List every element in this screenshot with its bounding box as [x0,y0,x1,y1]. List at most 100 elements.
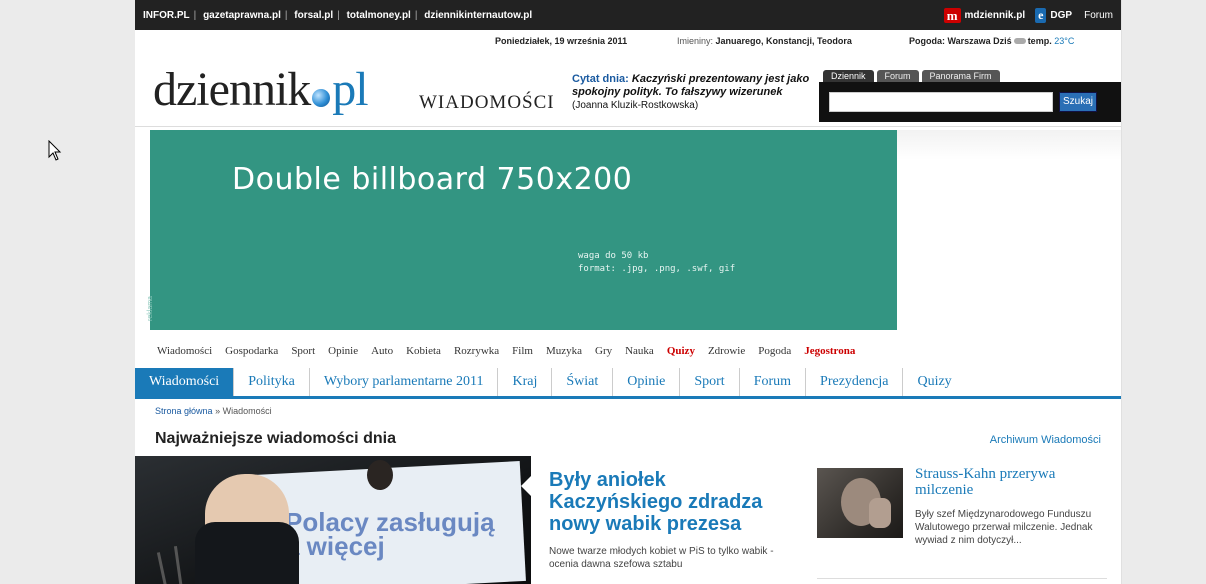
link-gazetaprawna[interactable]: gazetaprawna.pl [203,10,281,21]
tab-quizy[interactable]: Quizy [903,368,965,396]
search-body: Szukaj [819,82,1121,122]
photo-speaker-suit [195,522,299,584]
network-links: INFOR.PL | gazetaprawna.pl | forsal.pl | to… [143,9,533,21]
ad-billboard[interactable]: Double billboard 750x200 waga do 50 kb f… [146,130,897,330]
search-button[interactable]: Szukaj [1059,92,1097,112]
link-forum-top[interactable]: Forum [1084,10,1113,21]
link-mdziennik[interactable]: mdziennik.pl [965,10,1026,21]
tab-polityka[interactable]: Polityka [234,368,310,396]
cat-muzyka[interactable]: Muzyka [546,345,582,357]
ad-label: reklama [146,296,154,321]
link-forsal[interactable]: forsal.pl [294,10,333,21]
archive-link[interactable]: Archiwum Wiadomości [990,434,1101,446]
cat-quizy[interactable]: Quizy [667,345,695,357]
page-title: Najważniejsze wiadomości dnia [155,430,396,447]
main-story-title[interactable]: Były aniołek Kaczyńskiego zdradza nowy w… [549,469,799,535]
ad-specs: waga do 50 kb format: .jpg, .png, .swf, … [578,250,735,276]
section-title: WIADOMOŚCI [419,92,555,113]
side-story-lead: Były szef Międzynarodowego Funduszu Walu… [915,509,1093,546]
temp-label: temp. [1027,36,1052,46]
tab-swiat[interactable]: Świat [552,368,614,396]
quote-author: (Joanna Kluzik-Rostkowska) [572,100,699,111]
dgp-icon: e [1035,7,1047,23]
link-infor[interactable]: INFOR.PL [143,10,190,21]
cat-jegostrona[interactable]: Jegostrona [804,345,855,357]
mdziennik-icon: m [943,7,961,23]
tab-kraj[interactable]: Kraj [498,368,553,396]
cat-zdrowie[interactable]: Zdrowie [708,345,745,357]
ad-weight: waga do 50 kb [578,251,649,261]
weather-label[interactable]: Pogoda: Warszawa Dziś [909,36,1012,46]
quote-label: Cytat dnia: [572,73,629,85]
top-bar-right: m mdziennik.pl e DGP Forum [943,7,1113,23]
photo-banner-text: Polacy zasługują a więcej [285,509,495,561]
link-dziennikinternautow[interactable]: dziennikinternautow.pl [424,10,532,21]
main-nav: Wiadomości Polityka Wybory parlamentarne… [135,368,1121,399]
cat-kobieta[interactable]: Kobieta [406,345,441,357]
tab-wiadomosci[interactable]: Wiadomości [135,368,235,396]
cat-pogoda[interactable]: Pogoda [758,345,791,357]
cat-film[interactable]: Film [512,345,533,357]
category-nav: Wiadomości Gospodarka Sport Opinie Auto … [157,345,855,357]
side-story-thumbnail[interactable] [817,468,903,538]
tab-prezydencja[interactable]: Prezydencja [806,368,904,396]
cat-nauka[interactable]: Nauka [625,345,654,357]
search-tab-forum[interactable]: Forum [876,70,919,82]
top-bar: INFOR.PL | gazetaprawna.pl | forsal.pl | to… [135,0,1121,30]
microphone-icon [173,546,184,584]
ad-title: Double billboard 750x200 [232,162,633,197]
search-tabs: Dziennik Forum Panorama Firm [819,70,1121,82]
search-input[interactable] [829,92,1053,112]
page-container: INFOR.PL | gazetaprawna.pl | forsal.pl | to… [135,0,1121,584]
globe-icon [312,89,331,107]
mouse-cursor-icon [48,140,62,161]
tab-sport[interactable]: Sport [680,368,740,396]
side-story-title[interactable]: Strauss-Kahn przerywa milczenie [915,466,1105,498]
info-bar: Poniedziałek, 19 września 2011 Imieniny:… [135,36,1121,50]
cat-auto[interactable]: Auto [371,345,393,357]
current-date: Poniedziałek, 19 września 2011 [495,36,628,46]
search-tab-panorama[interactable]: Panorama Firm [921,70,1000,82]
tab-forum[interactable]: Forum [740,368,807,396]
headline-bar: Najważniejsze wiadomości dnia Archiwum W… [155,430,1101,448]
breadcrumb-separator: » [215,406,221,416]
page-edge [1121,0,1122,584]
breadcrumb: Strona główna » Wiadomości [155,406,272,416]
logo-pl: pl [332,63,368,116]
temp-value: 23°C [1054,36,1075,46]
cat-opinie[interactable]: Opinie [328,345,358,357]
cat-gospodarka[interactable]: Gospodarka [225,345,278,357]
tab-wybory[interactable]: Wybory parlamentarne 2011 [310,368,499,396]
side-story: Strauss-Kahn przerywa milczenie Były sze… [817,466,1107,579]
billboard-shade [897,130,1121,160]
search-box: Dziennik Forum Panorama Firm Szukaj [819,70,1121,123]
cat-sport[interactable]: Sport [291,345,315,357]
photo-banner-line-2: a więcej [285,531,385,561]
breadcrumb-home[interactable]: Strona główna [155,406,213,416]
cloud-icon [1013,38,1026,44]
search-tab-dziennik[interactable]: Dziennik [823,70,874,82]
main-story: Były aniołek Kaczyńskiego zdradza nowy w… [549,469,799,571]
name-days: Imieniny: Januarego, Konstancji, Teodora [677,36,852,46]
quote-of-the-day[interactable]: Cytat dnia: Kaczyński prezentowany jest … [572,73,812,112]
cat-wiadomosci[interactable]: Wiadomości [157,345,212,357]
main-story-lead: Nowe twarze młodych kobiet w PiS to tylk… [549,546,774,570]
site-logo[interactable]: dziennik pl [153,62,369,117]
thumb-hand [869,498,891,528]
microphone-icon [156,552,169,584]
header-divider [135,126,1121,127]
photo-background-person [367,460,393,490]
photo-pointer [521,476,531,496]
cat-gry[interactable]: Gry [595,345,612,357]
weather: Pogoda: Warszawa Dziś temp. 23°C [909,36,1074,46]
logo-text: dziennik [153,63,311,116]
name-days-value: Januarego, Konstancji, Teodora [715,36,852,46]
link-totalmoney[interactable]: totalmoney.pl [347,10,411,21]
link-dgp[interactable]: DGP [1050,10,1072,21]
cat-rozrywka[interactable]: Rozrywka [454,345,499,357]
name-days-label: Imieniny: [677,36,714,46]
tab-opinie[interactable]: Opinie [613,368,681,396]
side-story-divider [817,578,1107,579]
main-story-photo[interactable]: Polacy zasługują a więcej [135,456,531,584]
breadcrumb-current: Wiadomości [222,406,272,416]
